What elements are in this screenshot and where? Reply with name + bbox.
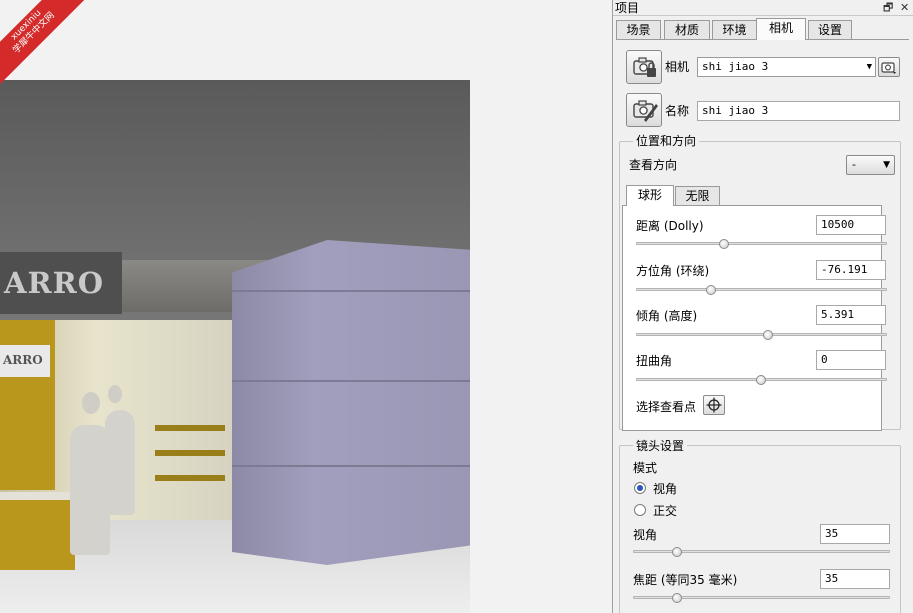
pillar bbox=[232, 240, 470, 565]
twist-field[interactable]: 0 bbox=[816, 350, 886, 370]
azimuth-slider[interactable] bbox=[636, 288, 887, 291]
camera-select-value: shi jiao 3 bbox=[702, 60, 769, 73]
fov-slider-thumb[interactable] bbox=[672, 547, 682, 557]
focal-length-slider-thumb[interactable] bbox=[672, 593, 682, 603]
subtab-infinite[interactable]: 无限 bbox=[675, 186, 720, 206]
focal-length-field[interactable]: 35 bbox=[820, 569, 890, 589]
twist-label: 扭曲角 bbox=[636, 354, 673, 368]
camera-edit-icon bbox=[633, 100, 658, 122]
subtab-spherical[interactable]: 球形 bbox=[626, 185, 674, 206]
name-label: 名称 bbox=[665, 104, 690, 118]
pillar-seam bbox=[232, 380, 470, 382]
twist-slider-thumb[interactable] bbox=[756, 375, 766, 385]
position-direction-title: 位置和方向 bbox=[633, 134, 700, 148]
tab-camera[interactable]: 相机 bbox=[756, 18, 806, 40]
camera-lock-button[interactable] bbox=[626, 50, 662, 84]
pick-lookat-label: 选择查看点 bbox=[636, 400, 697, 414]
tab-material[interactable]: 材质 bbox=[664, 20, 710, 39]
camera-label: 相机 bbox=[665, 60, 690, 74]
render-viewport[interactable]: ARRO ARRO xuexiniu 学犀牛中文网 bbox=[0, 0, 612, 613]
lens-settings-title: 镜头设置 bbox=[633, 439, 688, 453]
fov-field[interactable]: 35 bbox=[820, 524, 890, 544]
focal-length-label: 焦距 (等同35 毫米) bbox=[633, 573, 738, 587]
tilt-slider-thumb[interactable] bbox=[763, 330, 773, 340]
camera-name-field[interactable]: shi jiao 3 bbox=[697, 101, 900, 121]
pillar-seam bbox=[232, 465, 470, 467]
azimuth-field[interactable]: -76.191 bbox=[816, 260, 886, 280]
distance-label: 距离 (Dolly) bbox=[636, 219, 704, 233]
tab-scene[interactable]: 场景 bbox=[616, 20, 661, 39]
crosshair-icon bbox=[706, 397, 722, 413]
mode-orthographic-label: 正交 bbox=[653, 504, 678, 518]
view-direction-label: 查看方向 bbox=[629, 158, 678, 172]
camera-select[interactable]: shi jiao 3 ▼ bbox=[697, 57, 876, 77]
close-icon[interactable]: ✕ bbox=[900, 0, 909, 16]
booth-sign-text: ARRO bbox=[4, 266, 104, 300]
display-table bbox=[0, 500, 75, 570]
mode-perspective-label: 视角 bbox=[653, 482, 678, 496]
camera-options-button[interactable] bbox=[878, 57, 900, 77]
mode-orthographic-radio[interactable] bbox=[634, 504, 646, 516]
view-direction-dropdown[interactable]: - ▼ bbox=[846, 155, 895, 175]
booth-shelf bbox=[155, 425, 225, 431]
spherical-panel: 距离 (Dolly) 10500 方位角 (环绕) -76.191 倾角 (高度… bbox=[622, 205, 887, 431]
camera-snapshot-icon bbox=[881, 62, 896, 74]
restore-icon[interactable]: 🗗 bbox=[883, 0, 893, 16]
mode-perspective-radio[interactable] bbox=[634, 482, 646, 494]
azimuth-label: 方位角 (环绕) bbox=[636, 264, 710, 278]
mannequin bbox=[70, 425, 110, 555]
chevron-down-icon: ▼ bbox=[866, 62, 872, 72]
view-direction-value: - bbox=[852, 158, 856, 171]
panel-titlebar: 项目 🗗 ✕ bbox=[613, 0, 913, 16]
chevron-down-icon: ▼ bbox=[883, 160, 890, 170]
panel-title: 项目 bbox=[615, 1, 640, 15]
rename-camera-button[interactable] bbox=[626, 93, 662, 127]
project-panel: 项目 🗗 ✕ 场景 材质 环境 相机 设置 相机 shi jiao 3 ▼ 名称… bbox=[612, 0, 913, 613]
fov-label: 视角 bbox=[633, 528, 658, 542]
booth-sign-small-text: ARRO bbox=[3, 353, 43, 367]
booth-shelf bbox=[155, 475, 225, 481]
mannequin bbox=[105, 410, 135, 515]
distance-field[interactable]: 10500 bbox=[816, 215, 886, 235]
pillar-seam bbox=[232, 290, 470, 292]
distance-slider[interactable] bbox=[636, 242, 887, 245]
tab-settings[interactable]: 设置 bbox=[808, 20, 852, 39]
mode-label: 模式 bbox=[633, 461, 658, 475]
watermark-logo: xuexiniu 学犀牛中文网 bbox=[0, 0, 86, 85]
pick-lookat-button[interactable] bbox=[703, 395, 725, 415]
azimuth-slider-thumb[interactable] bbox=[706, 285, 716, 295]
camera-lock-icon bbox=[633, 57, 656, 77]
booth-shelf bbox=[155, 450, 225, 456]
tab-environment[interactable]: 环境 bbox=[712, 20, 757, 39]
render-image: ARRO ARRO bbox=[0, 80, 470, 613]
tilt-slider[interactable] bbox=[636, 333, 887, 336]
mannequin-head bbox=[82, 392, 100, 414]
distance-slider-thumb[interactable] bbox=[719, 239, 729, 249]
tilt-field[interactable]: 5.391 bbox=[816, 305, 886, 325]
tilt-label: 倾角 (高度) bbox=[636, 309, 698, 323]
mannequin-head bbox=[108, 385, 122, 403]
